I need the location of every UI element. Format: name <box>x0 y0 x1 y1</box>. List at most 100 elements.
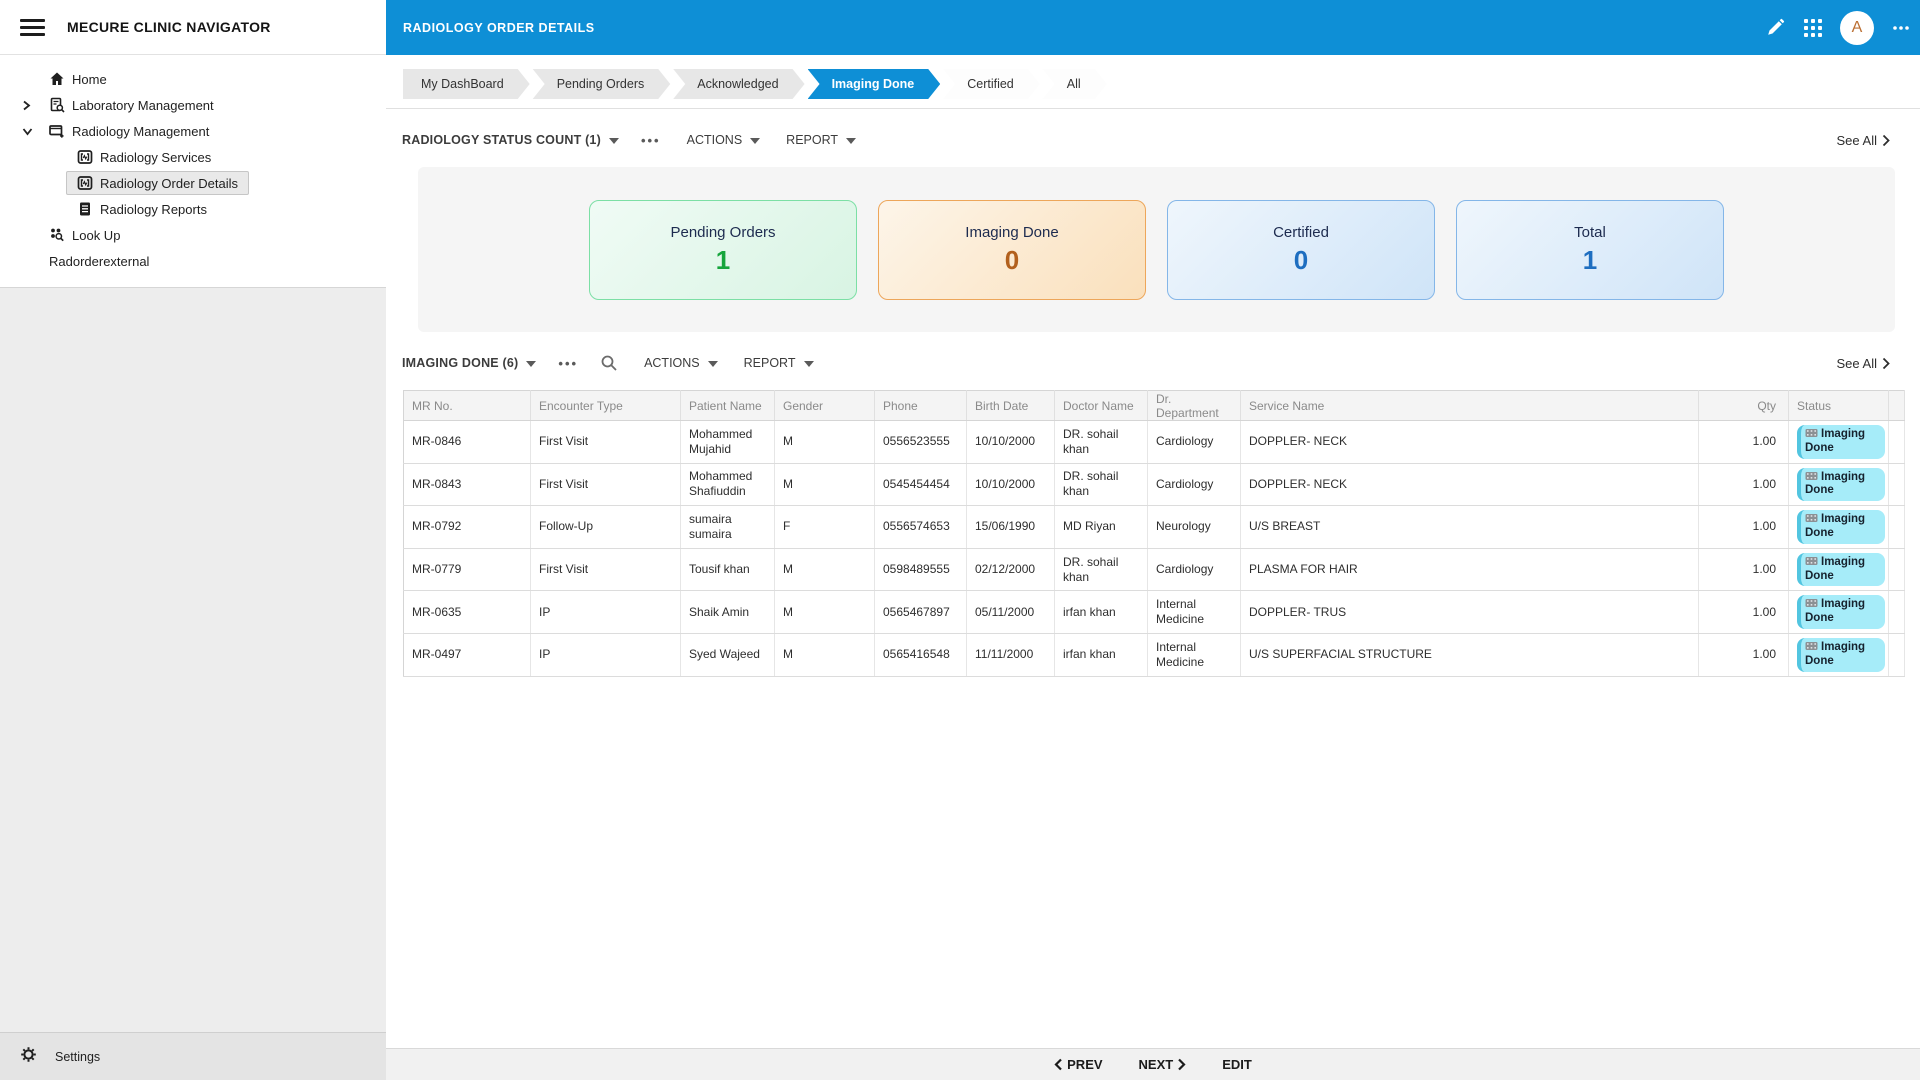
cell-phone: 0556523555 <box>874 420 967 464</box>
cell-doctor-name: DR. sohail khan <box>1054 548 1148 592</box>
cell-phone: 0598489555 <box>874 548 967 592</box>
status-badge: Imaging Done <box>1797 552 1885 587</box>
sidebar-nav: Home Laboratory Management Radiology Manag… <box>0 55 386 288</box>
status-badge: Imaging Done <box>1797 595 1885 629</box>
cell-phone: 0565467897 <box>874 590 967 634</box>
status-badge: Imaging Done <box>1797 510 1885 544</box>
hamburger-menu-icon[interactable] <box>20 18 45 36</box>
actions-dropdown[interactable]: ACTIONS <box>687 133 761 147</box>
cell-patient-name: Syed Wajeed <box>680 633 775 677</box>
cell-birth-date: 05/11/2000 <box>966 590 1055 634</box>
table-row[interactable]: MR-0846 First Visit Mohammed Mujahid M 05565… <box>403 420 1905 464</box>
status-badge: Imaging Done <box>1797 637 1885 672</box>
cell-qty: 1.00 <box>1698 590 1789 634</box>
sidebar-item-settings[interactable]: Settings <box>0 1032 386 1080</box>
status-badge: Imaging Done <box>1797 467 1885 502</box>
tab-certified[interactable]: Certified <box>943 69 1040 99</box>
table-row[interactable]: MR-0779 First Visit Tousif khan M 0598489555… <box>403 548 1905 592</box>
search-icon[interactable] <box>600 354 618 372</box>
column-header-encounter-type: Encounter Type <box>530 390 681 421</box>
gear-icon <box>20 1046 37 1068</box>
table-row[interactable]: MR-0792 Follow-Up sumaira sumaira F 05565746… <box>403 505 1905 549</box>
cell-mr-no: MR-0846 <box>403 420 531 464</box>
edit-pencil-icon[interactable] <box>1764 17 1786 39</box>
tab-imaging-done[interactable]: Imaging Done <box>808 69 941 99</box>
cell-department: Neurology <box>1147 505 1241 549</box>
cell-status: Imaging Done <box>1788 590 1889 634</box>
cell-mr-no: MR-0497 <box>403 633 531 677</box>
avatar[interactable]: A <box>1840 10 1874 45</box>
cell-mr-no: MR-0843 <box>403 463 531 507</box>
apps-grid-icon[interactable] <box>1802 17 1824 39</box>
sidebar-item-radiology-order-details[interactable]: Radiology Order Details <box>0 170 386 196</box>
status-card-pending-orders[interactable]: Pending Orders 1 <box>589 199 857 300</box>
card-label: Imaging Done <box>965 223 1059 241</box>
see-all-link[interactable]: See All <box>1837 133 1890 148</box>
sidebar-item-look-up[interactable]: Look Up <box>0 222 386 248</box>
sidebar-item-radiology-management[interactable]: Radiology Management <box>0 118 386 144</box>
status-count-title[interactable]: RADIOLOGY STATUS COUNT (1) <box>402 133 619 147</box>
table-header-row: MR No. Encounter Type Patient Name Gender Ph… <box>403 390 1905 421</box>
more-options-icon[interactable]: ••• <box>641 133 661 148</box>
more-options-icon[interactable]: ••• <box>558 356 578 371</box>
cell-department: Internal Medicine <box>1147 633 1241 677</box>
prev-button[interactable]: PREV <box>1054 1057 1103 1072</box>
edit-button[interactable]: EDIT <box>1222 1057 1252 1072</box>
column-header-service-name: Service Name <box>1240 390 1699 421</box>
cell-status: Imaging Done <box>1788 505 1889 549</box>
tab-all[interactable]: All <box>1043 69 1107 99</box>
status-card-certified[interactable]: Certified 0 <box>1167 199 1435 300</box>
tab-acknowledged[interactable]: Acknowledged <box>673 69 804 99</box>
next-button[interactable]: NEXT <box>1139 1057 1187 1072</box>
chevron-down-icon <box>526 360 537 367</box>
cell-encounter-type: Follow-Up <box>530 505 681 549</box>
cell-filler <box>1888 548 1905 592</box>
cell-filler <box>1888 633 1905 677</box>
tab-pending-orders[interactable]: Pending Orders <box>533 69 671 99</box>
sidebar-item-home[interactable]: Home <box>0 66 386 92</box>
imaging-done-title[interactable]: IMAGING DONE (6) <box>402 356 537 370</box>
radiology-folder-icon <box>49 123 65 139</box>
table-row[interactable]: MR-0497 IP Syed Wajeed M 0565416548 11/11/200… <box>403 633 1905 677</box>
actions-dropdown[interactable]: ACTIONS <box>644 356 718 370</box>
column-header-qty: Qty <box>1698 390 1789 421</box>
imaging-done-header: IMAGING DONE (6) ••• ACTIONS REPORT See … <box>402 352 1890 374</box>
see-all-link[interactable]: See All <box>1837 356 1890 371</box>
chevron-down-icon <box>846 137 857 144</box>
sidebar-item-radiology-services[interactable]: Radiology Services <box>0 144 386 170</box>
report-dropdown[interactable]: REPORT <box>786 133 857 147</box>
cell-gender: M <box>774 420 875 464</box>
cell-doctor-name: irfan khan <box>1054 590 1148 634</box>
cell-patient-name: sumaira sumaira <box>680 505 775 549</box>
sidebar-item-label: Laboratory Management <box>72 97 214 113</box>
table-row[interactable]: MR-0843 First Visit Mohammed Shafiuddin M 05… <box>403 463 1905 507</box>
cell-filler <box>1888 590 1905 634</box>
cell-qty: 1.00 <box>1698 505 1789 549</box>
card-label: Total <box>1574 223 1606 241</box>
cell-encounter-type: First Visit <box>530 548 681 592</box>
more-options-icon[interactable] <box>1890 17 1912 39</box>
status-card-total[interactable]: Total 1 <box>1456 199 1724 300</box>
cell-encounter-type: IP <box>530 633 681 677</box>
sidebar-item-radorderexternal[interactable]: Radorderexternal <box>0 248 386 274</box>
column-header-phone: Phone <box>874 390 967 421</box>
sidebar: MECURE CLINIC NAVIGATOR Home Laboratory M… <box>0 0 386 1080</box>
column-header-dr-department: Dr. Department <box>1147 390 1241 421</box>
chevron-right-icon[interactable] <box>22 100 48 111</box>
column-header-mr-no: MR No. <box>403 390 531 421</box>
chevron-down-icon[interactable] <box>22 127 48 136</box>
cell-doctor-name: DR. sohail khan <box>1054 463 1148 507</box>
sidebar-item-label: Radiology Order Details <box>100 175 239 191</box>
report-dropdown[interactable]: REPORT <box>744 356 814 370</box>
sidebar-item-laboratory-management[interactable]: Laboratory Management <box>0 92 386 118</box>
tab-my-dashboard[interactable]: My DashBoard <box>403 69 530 99</box>
sidebar-item-radiology-reports[interactable]: Radiology Reports <box>0 196 386 222</box>
column-header-status: Status <box>1788 390 1889 421</box>
table-row[interactable]: MR-0635 IP Shaik Amin M 0565467897 05/11/2000… <box>403 590 1905 634</box>
status-card-imaging-done[interactable]: Imaging Done 0 <box>878 199 1146 300</box>
cell-filler <box>1888 505 1905 549</box>
cell-qty: 1.00 <box>1698 633 1789 677</box>
status-count-header: RADIOLOGY STATUS COUNT (1) ••• ACTIONS R… <box>402 129 1890 151</box>
lab-icon <box>49 97 65 113</box>
cell-qty: 1.00 <box>1698 463 1789 507</box>
